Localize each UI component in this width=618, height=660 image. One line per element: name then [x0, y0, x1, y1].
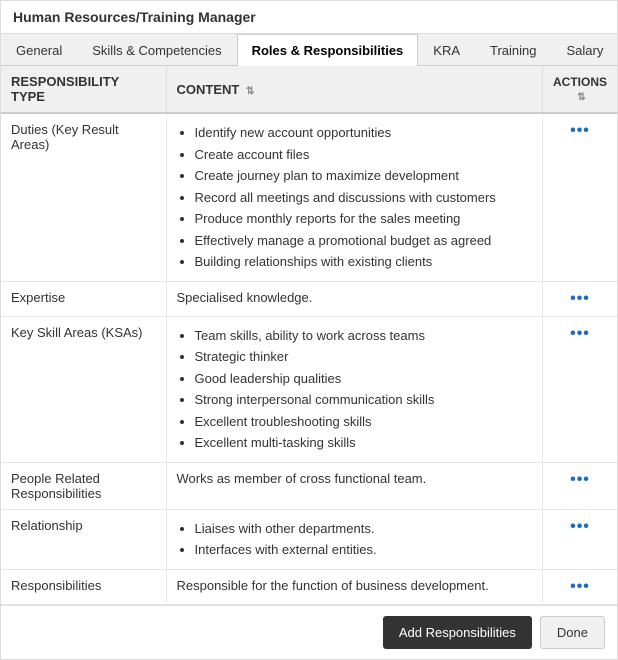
bullet-list: Liaises with other departments.Interface… — [177, 518, 533, 561]
col-header-actions: ACTIONS ⇅ — [543, 66, 618, 113]
table-row: ResponsibilitiesResponsible for the func… — [1, 569, 617, 604]
col-header-content: CONTENT ⇅ — [166, 66, 543, 113]
tab-kra[interactable]: KRA — [418, 34, 475, 66]
list-item: Create account files — [195, 144, 533, 166]
content-cell: Team skills, ability to work across team… — [166, 316, 543, 462]
list-item: Produce monthly reports for the sales me… — [195, 208, 533, 230]
table-row: Duties (Key Result Areas)Identify new ac… — [1, 113, 617, 281]
content-cell: Works as member of cross functional team… — [166, 462, 543, 509]
responsibility-type-cell: Duties (Key Result Areas) — [1, 113, 166, 281]
responsibility-type-cell: Key Skill Areas (KSAs) — [1, 316, 166, 462]
row-actions-button[interactable]: ••• — [570, 122, 590, 139]
table-header-row: RESPONSIBILITY TYPE CONTENT ⇅ ACTIONS ⇅ — [1, 66, 617, 113]
tab-salary[interactable]: Salary — [552, 34, 618, 66]
responsibility-type-cell: People Related Responsibilities — [1, 462, 166, 509]
table-row: People Related ResponsibilitiesWorks as … — [1, 462, 617, 509]
list-item: Identify new account opportunities — [195, 122, 533, 144]
tab-training[interactable]: Training — [475, 34, 551, 66]
list-item: Good leadership qualities — [195, 368, 533, 390]
list-item: Interfaces with external entities. — [195, 539, 533, 561]
page-container: Human Resources/Training Manager General… — [0, 0, 618, 660]
row-actions-button[interactable]: ••• — [570, 518, 590, 535]
responsibility-type-cell: Relationship — [1, 509, 166, 569]
actions-cell: ••• — [543, 281, 618, 316]
list-item: Team skills, ability to work across team… — [195, 325, 533, 347]
content-cell: Specialised knowledge. — [166, 281, 543, 316]
row-actions-button[interactable]: ••• — [570, 471, 590, 488]
tabs-bar: General Skills & Competencies Roles & Re… — [1, 34, 617, 66]
page-footer: Add Responsibilities Done — [1, 605, 617, 659]
col-header-type: RESPONSIBILITY TYPE — [1, 66, 166, 113]
responsibility-type-cell: Expertise — [1, 281, 166, 316]
list-item: Create journey plan to maximize developm… — [195, 165, 533, 187]
table-row: Key Skill Areas (KSAs) Team skills, abili… — [1, 316, 617, 462]
list-item: Strong interpersonal communication skill… — [195, 389, 533, 411]
row-actions-button[interactable]: ••• — [570, 325, 590, 342]
table-row: Relationship Liaises with other departmen… — [1, 509, 617, 569]
tab-roles[interactable]: Roles & Responsibilities — [237, 34, 419, 66]
responsibility-type-cell: Responsibilities — [1, 569, 166, 604]
tab-skills[interactable]: Skills & Competencies — [77, 34, 236, 66]
list-item: Excellent multi-tasking skills — [195, 432, 533, 454]
list-item: Record all meetings and discussions with… — [195, 187, 533, 209]
actions-sort-icon[interactable]: ⇅ — [577, 92, 585, 103]
list-item: Excellent troubleshooting skills — [195, 411, 533, 433]
actions-cell: ••• — [543, 569, 618, 604]
table-row: ExpertiseSpecialised knowledge. ••• — [1, 281, 617, 316]
actions-cell: ••• — [543, 316, 618, 462]
content-cell: Responsible for the function of business… — [166, 569, 543, 604]
row-actions-button[interactable]: ••• — [570, 290, 590, 307]
page-title: Human Resources/Training Manager — [1, 1, 617, 34]
list-item: Effectively manage a promotional budget … — [195, 230, 533, 252]
content-sort-icon[interactable]: ⇅ — [246, 86, 254, 97]
actions-cell: ••• — [543, 509, 618, 569]
actions-cell: ••• — [543, 462, 618, 509]
content-cell: Liaises with other departments.Interface… — [166, 509, 543, 569]
actions-cell: ••• — [543, 113, 618, 281]
row-actions-button[interactable]: ••• — [570, 578, 590, 595]
list-item: Strategic thinker — [195, 346, 533, 368]
bullet-list: Team skills, ability to work across team… — [177, 325, 533, 454]
tab-general[interactable]: General — [1, 34, 77, 66]
content-cell: Identify new account opportunitiesCreate… — [166, 113, 543, 281]
bullet-list: Identify new account opportunitiesCreate… — [177, 122, 533, 273]
responsibilities-table: RESPONSIBILITY TYPE CONTENT ⇅ ACTIONS ⇅ … — [1, 66, 617, 605]
list-item: Building relationships with existing cli… — [195, 251, 533, 273]
done-button[interactable]: Done — [540, 616, 605, 649]
add-responsibilities-button[interactable]: Add Responsibilities — [383, 616, 532, 649]
